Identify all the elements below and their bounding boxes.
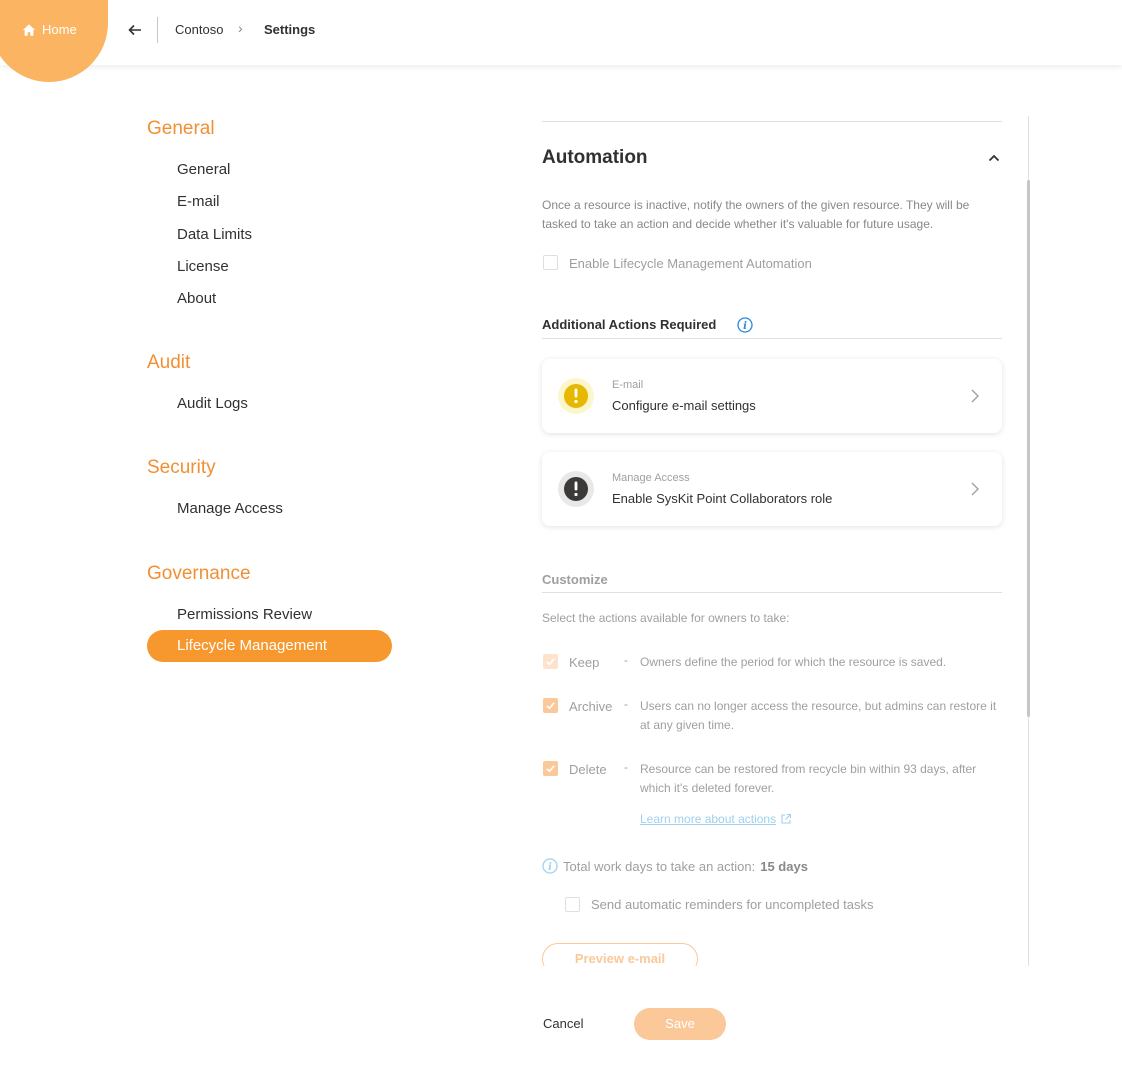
chevron-right-icon xyxy=(971,482,979,496)
svg-text:i: i xyxy=(548,862,552,873)
action-card-manage-access[interactable]: Manage Access Enable SysKit Point Collab… xyxy=(542,452,1002,526)
home-label: Home xyxy=(42,22,77,37)
keep-checkbox[interactable] xyxy=(543,654,558,669)
divider xyxy=(542,592,1002,593)
total-value: 15 days xyxy=(760,858,808,874)
enable-automation-label: Enable Lifecycle Management Automation xyxy=(569,256,812,271)
back-button[interactable] xyxy=(124,20,146,40)
enable-automation-checkbox[interactable] xyxy=(543,255,558,270)
customize-title: Customize xyxy=(542,572,608,587)
chevron-right-icon xyxy=(971,389,979,403)
breadcrumb-settings: Settings xyxy=(264,22,316,37)
nav-heading-governance: Governance xyxy=(147,563,251,584)
nav-item-license[interactable]: License xyxy=(177,258,229,275)
checkmark-icon xyxy=(546,702,555,710)
total-label: Total work days to take an action: xyxy=(563,858,756,874)
warning-icon xyxy=(558,378,594,414)
delete-label: Delete xyxy=(569,762,607,777)
card-title: Enable SysKit Point Collaborators role xyxy=(612,491,833,506)
keep-dash: - xyxy=(624,653,628,667)
external-link-icon xyxy=(781,813,792,824)
collapse-chevron-up-icon[interactable] xyxy=(986,150,1002,166)
home-blob xyxy=(0,0,108,82)
delete-description: Resource can be restored from recycle bi… xyxy=(640,762,977,795)
automation-description: Once a resource is inactive, notify the … xyxy=(542,198,970,231)
breadcrumb-contoso[interactable]: Contoso xyxy=(175,22,223,37)
checkmark-icon xyxy=(546,658,555,666)
archive-dash: - xyxy=(624,697,628,711)
automation-title: Automation xyxy=(542,147,648,168)
home-button[interactable]: Home xyxy=(22,22,77,37)
reminders-label: Send automatic reminders for uncompleted… xyxy=(591,897,874,912)
learn-more-label: Learn more about actions xyxy=(640,812,777,826)
arrow-left-icon xyxy=(128,24,141,36)
svg-text:i: i xyxy=(743,321,747,332)
checkmark-icon xyxy=(546,765,555,773)
info-icon[interactable]: i xyxy=(737,317,753,333)
card-title: Configure e-mail settings xyxy=(612,398,756,413)
additional-actions-title: Additional Actions Required xyxy=(542,317,717,332)
breadcrumb-chevron-icon: › xyxy=(238,20,243,36)
archive-label: Archive xyxy=(569,699,613,714)
info-icon: i xyxy=(542,858,558,874)
divider xyxy=(542,121,1002,122)
cancel-button[interactable]: Cancel xyxy=(543,1016,583,1031)
card-category: E-mail xyxy=(612,379,644,391)
card-category: Manage Access xyxy=(612,472,690,484)
scrollbar-thumb[interactable] xyxy=(1027,180,1030,717)
nav-item-manage-access[interactable]: Manage Access xyxy=(177,500,283,517)
home-icon xyxy=(22,23,36,36)
delete-dash: - xyxy=(624,760,628,774)
learn-more-link[interactable]: Learn more about actions xyxy=(640,812,792,826)
nav-item-audit-logs[interactable]: Audit Logs xyxy=(177,395,248,412)
nav-item-email[interactable]: E-mail xyxy=(177,193,220,210)
reminders-checkbox[interactable] xyxy=(565,897,580,912)
nav-item-lifecycle-management[interactable]: Lifecycle Management xyxy=(147,630,392,662)
error-icon xyxy=(558,471,594,507)
nav-item-general[interactable]: General xyxy=(177,161,230,178)
nav-heading-security: Security xyxy=(147,457,216,478)
top-bar xyxy=(0,0,1122,65)
keep-description: Owners define the period for which the r… xyxy=(640,655,947,669)
nav-item-data-limits[interactable]: Data Limits xyxy=(177,226,252,243)
archive-checkbox[interactable] xyxy=(543,698,558,713)
customize-prompt: Select the actions available for owners … xyxy=(542,611,790,625)
archive-description: Users can no longer access the resource,… xyxy=(640,699,997,732)
action-card-email[interactable]: E-mail Configure e-mail settings xyxy=(542,359,1002,433)
save-button[interactable]: Save xyxy=(634,1008,726,1040)
total-work-days: i Total work days to take an action: 15 … xyxy=(542,858,808,874)
scroll-clip xyxy=(530,966,1030,1006)
nav-heading-audit: Audit xyxy=(147,352,191,373)
nav-item-about[interactable]: About xyxy=(177,290,216,307)
keep-label: Keep xyxy=(569,655,600,670)
topbar-divider xyxy=(157,17,158,43)
nav-heading-general: General xyxy=(147,118,215,139)
delete-checkbox[interactable] xyxy=(543,761,558,776)
divider xyxy=(542,338,1002,339)
nav-item-permissions-review[interactable]: Permissions Review xyxy=(177,606,312,623)
